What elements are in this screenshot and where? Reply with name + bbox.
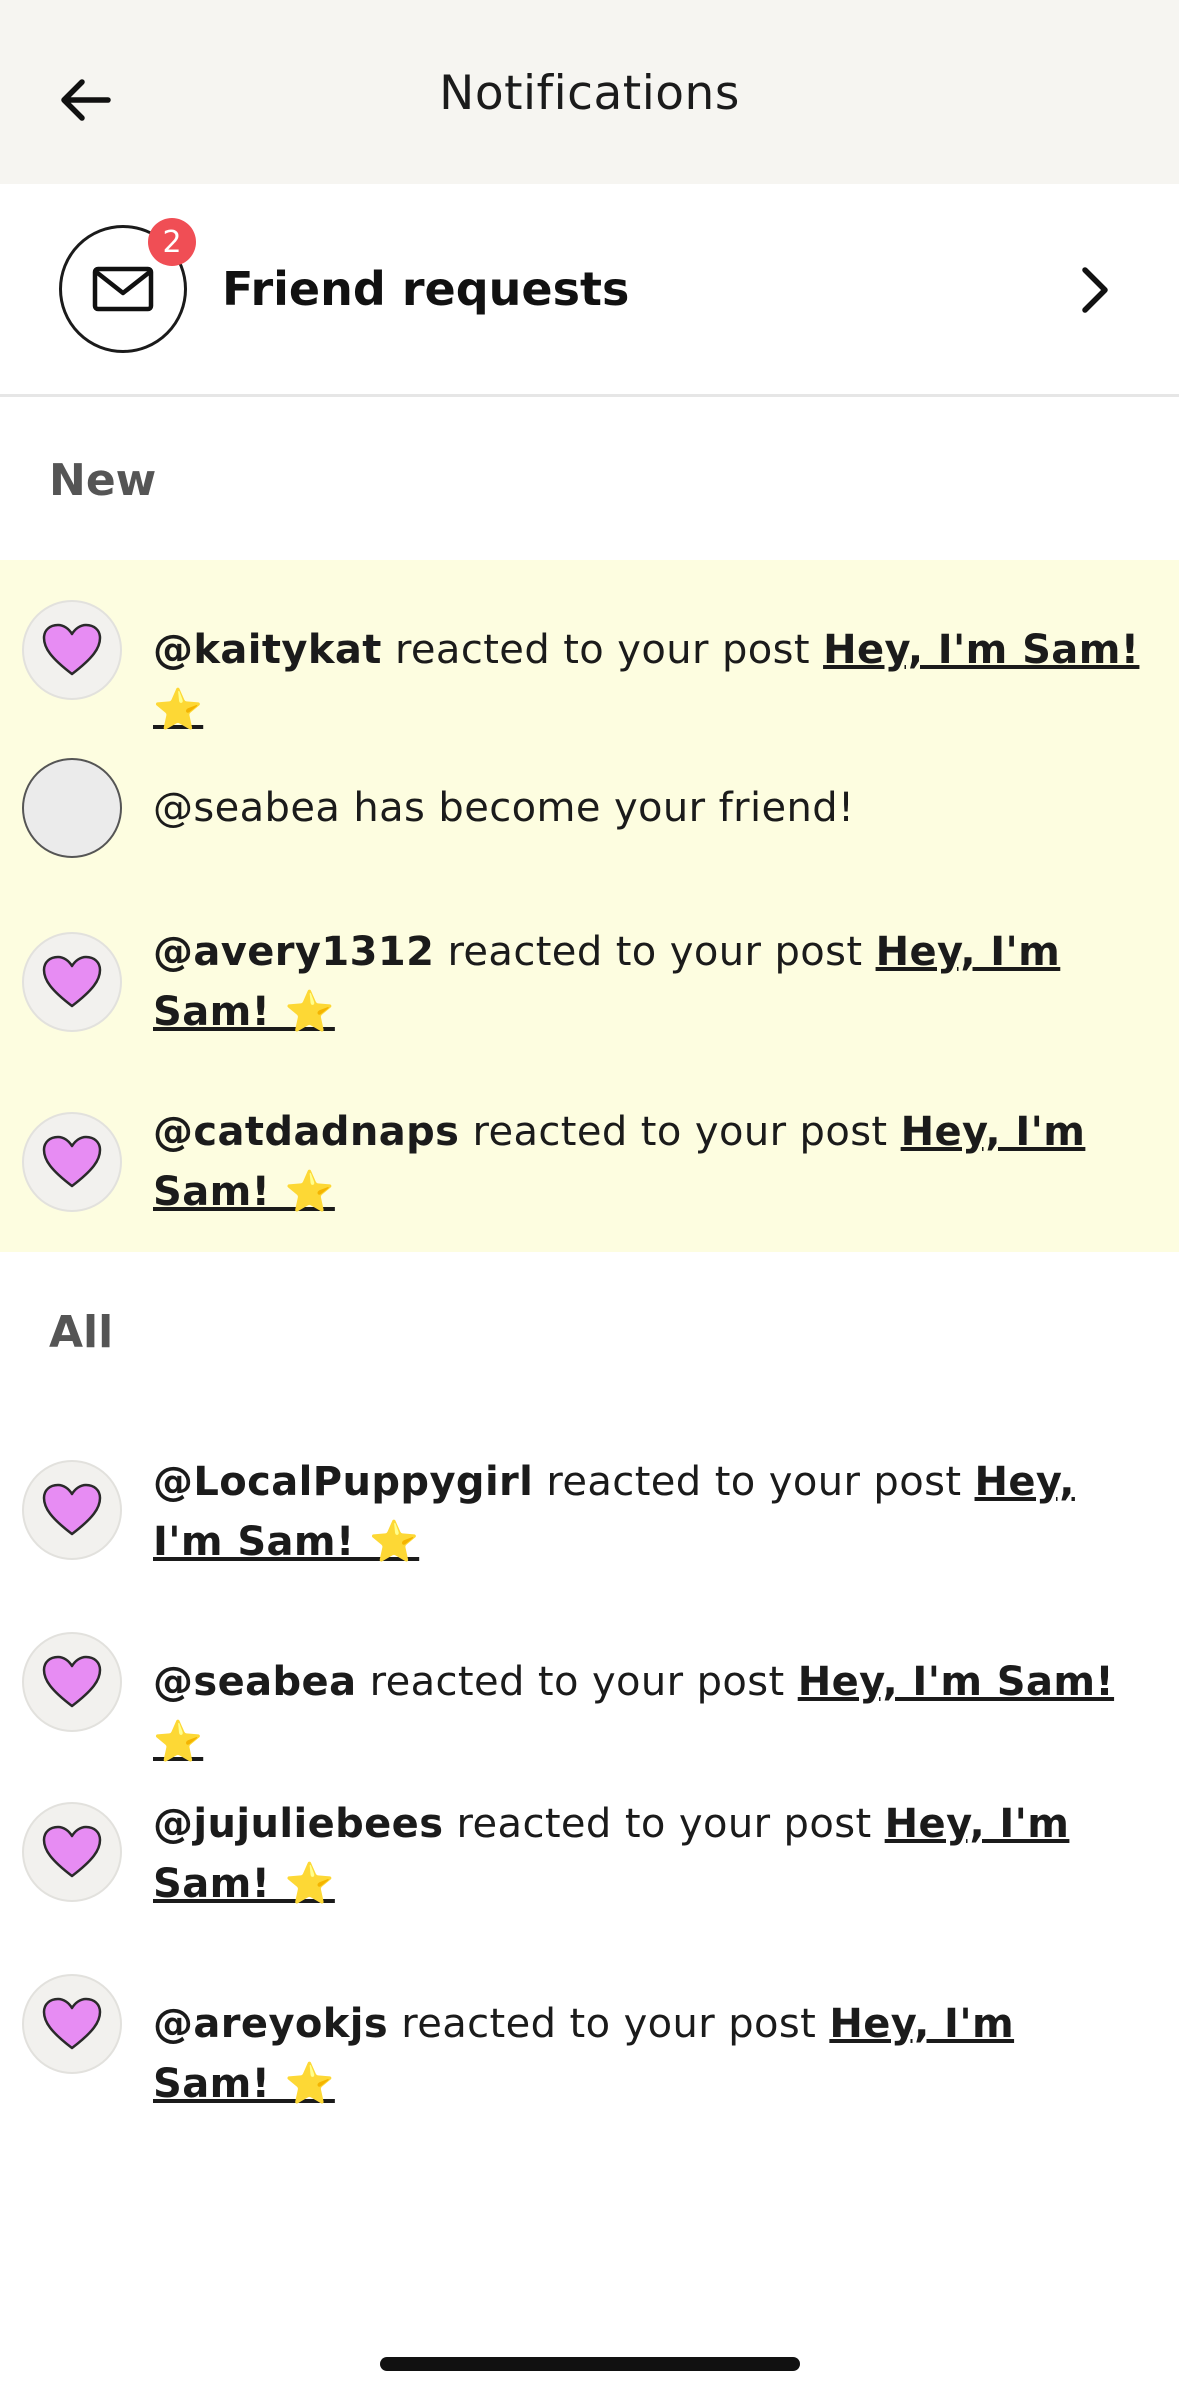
heart-icon-avatar: [22, 1974, 122, 2074]
notification-item[interactable]: @seabea has become your friend!: [0, 758, 1179, 862]
username-link[interactable]: @kaitykat: [153, 627, 382, 673]
chevron-right-icon: [1082, 267, 1108, 313]
heart-icon-avatar: [22, 1802, 122, 1902]
notification-text: @areyokjs reacted to your post Hey, I'm …: [153, 1994, 1143, 2114]
username-link[interactable]: @avery1312: [153, 929, 434, 975]
notification-message: reacted to your post: [381, 627, 824, 673]
notification-message: reacted to your post: [443, 1801, 885, 1847]
notification-message: reacted to your post: [434, 929, 876, 975]
notification-message: reacted to your post: [388, 2001, 830, 2047]
heart-icon-avatar: [22, 600, 122, 700]
home-indicator[interactable]: [380, 2357, 800, 2371]
username-link[interactable]: @catdadnaps: [153, 1109, 459, 1155]
notification-item[interactable]: @LocalPuppygirl reacted to your post Hey…: [0, 1459, 1179, 1600]
notification-text: @catdadnaps reacted to your post Hey, I'…: [153, 1102, 1143, 1222]
notification-item[interactable]: @avery1312 reacted to your post Hey, I'm…: [0, 929, 1179, 1070]
heart-icon-avatar: [22, 932, 122, 1032]
heart-icon: [42, 623, 102, 676]
notification-text: @avery1312 reacted to your post Hey, I'm…: [153, 922, 1143, 1042]
heart-icon: [42, 955, 102, 1008]
header-bar: Notifications: [0, 0, 1179, 184]
username-link[interactable]: @areyokjs: [153, 2001, 388, 2047]
username-link[interactable]: @LocalPuppygirl: [153, 1459, 533, 1505]
friend-requests-row[interactable]: 2 Friend requests: [0, 184, 1179, 397]
username-link[interactable]: @jujuliebees: [153, 1801, 443, 1847]
username-link[interactable]: @seabea: [153, 1659, 356, 1705]
notification-item[interactable]: @seabea reacted to your post Hey, I'm Sa…: [0, 1632, 1179, 1765]
notification-message: reacted to your post: [356, 1659, 798, 1705]
section-heading-all: All: [49, 1307, 114, 1358]
notification-message: reacted to your post: [533, 1459, 975, 1505]
notification-item[interactable]: @kaitykat reacted to your post Hey, I'm …: [0, 600, 1179, 733]
notification-text: @kaitykat reacted to your post Hey, I'm …: [153, 620, 1143, 740]
notification-item[interactable]: @jujuliebees reacted to your post Hey, I…: [0, 1801, 1179, 1942]
notifications-screen: Notifications 2 Friend requests New @kai…: [0, 0, 1179, 2396]
notification-text: @jujuliebees reacted to your post Hey, I…: [153, 1794, 1143, 1914]
notification-message: reacted to your post: [459, 1109, 901, 1155]
heart-icon-avatar: [22, 1460, 122, 1560]
heart-icon: [42, 1483, 102, 1536]
notification-text: @LocalPuppygirl reacted to your post Hey…: [153, 1452, 1143, 1572]
heart-icon-avatar: [22, 1632, 122, 1732]
page-title: Notifications: [439, 66, 740, 121]
heart-icon: [42, 1135, 102, 1188]
heart-icon-avatar: [22, 1112, 122, 1212]
notification-text: @seabea has become your friend!: [153, 785, 855, 831]
heart-icon: [42, 1655, 102, 1708]
mail-icon: [92, 266, 154, 312]
friend-requests-label: Friend requests: [222, 262, 630, 316]
heart-icon: [42, 1825, 102, 1878]
heart-icon: [42, 1997, 102, 2050]
avatar: [22, 758, 122, 858]
notification-text: @seabea reacted to your post Hey, I'm Sa…: [153, 1652, 1143, 1772]
notification-item[interactable]: @areyokjs reacted to your post Hey, I'm …: [0, 1974, 1179, 2107]
notification-item[interactable]: @catdadnaps reacted to your post Hey, I'…: [0, 1109, 1179, 1250]
friend-requests-badge: 2: [148, 218, 196, 266]
section-heading-new: New: [49, 455, 157, 506]
